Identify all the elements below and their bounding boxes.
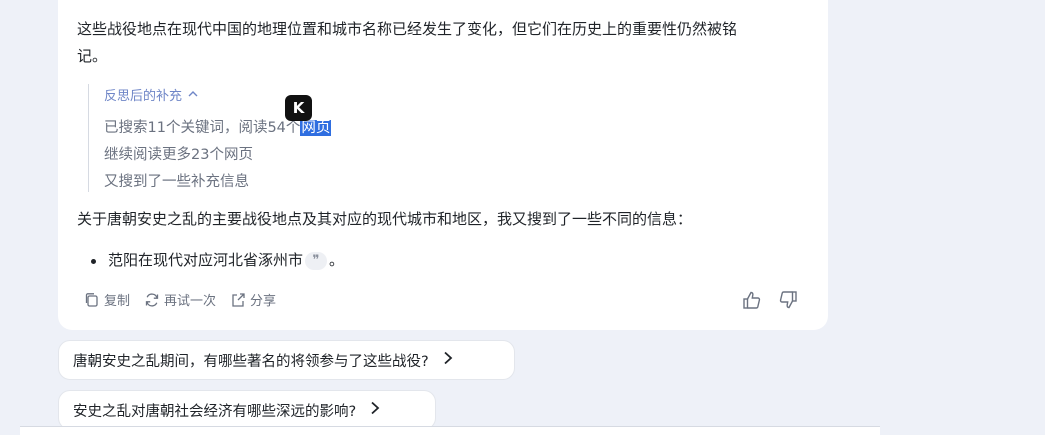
bullet-text: 范阳在现代对应河北省涿州市 [108,251,304,269]
bullet-dot [91,259,96,264]
supplement-line-3: 又搜到了一些补充信息 [104,174,249,190]
retry-button[interactable]: 再试一次 [144,290,216,309]
suggestion-text-1: 唐朝安史之乱期间，有哪些著名的将领参与了这些战役? [73,353,429,370]
feedback-buttons [742,290,798,314]
k-tool-icon[interactable]: K [285,95,312,121]
quote-citation-icon[interactable]: ❞ [305,251,328,270]
thumbs-down-icon[interactable] [778,290,798,314]
answer-actions: 复制 再试一次 分享 [84,290,276,309]
selected-text-highlight[interactable]: 网页 [300,120,332,136]
suggestion-chip-1[interactable]: 唐朝安史之乱期间，有哪些著名的将领参与了这些战役? [58,340,515,380]
refresh-icon [144,292,160,308]
answer-paragraph-2: 关于唐朝安史之乱的主要战役地点及其对应的现代城市和地区，我又搜到了一些不同的信息… [77,210,693,228]
supplement-line-1-text: 已搜索11个关键词，阅读54个 [104,120,301,136]
chevron-up-icon [188,87,198,102]
answer-paragraph-1-line-1: 这些战役地点在现代中国的地理位置和城市名称已经发生了变化，但它们在历史上的重要性… [77,20,738,38]
supplement-toggle[interactable]: 反思后的补充 [104,85,198,104]
answer-paragraph-1-line-2: 记。 [77,47,108,65]
copy-button[interactable]: 复制 [84,290,130,309]
thumbs-up-icon[interactable] [742,290,762,314]
retry-label: 再试一次 [164,294,217,309]
share-icon [230,292,246,308]
bullet-tail: 。 [329,251,345,269]
suggestion-text-2: 安史之乱对唐朝社会经济有哪些深远的影响? [73,403,357,420]
share-label: 分享 [250,294,277,309]
chat-input-box-edge[interactable] [20,426,880,435]
chevron-right-icon [443,351,453,369]
chevron-right-icon [370,401,380,419]
answer-card [58,0,828,330]
share-button[interactable]: 分享 [230,290,276,309]
list-item: 范阳在现代对应河北省涿州市 ❞。 [108,247,344,274]
supplement-divider [88,84,89,192]
copy-label: 复制 [104,294,131,309]
supplement-line-2: 继续阅读更多23个网页 [104,147,253,163]
supplement-title: 反思后的补充 [104,89,183,104]
suggestion-chip-2[interactable]: 安史之乱对唐朝社会经济有哪些深远的影响? [58,390,436,430]
copy-icon [84,292,100,308]
